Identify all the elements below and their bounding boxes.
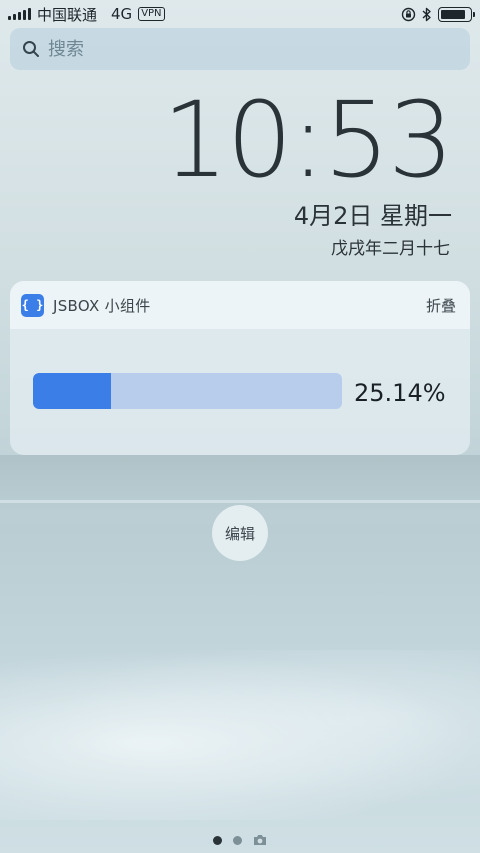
background-shoreline	[0, 500, 480, 503]
status-right	[401, 6, 475, 22]
widget-title: JSBOX 小组件	[53, 296, 151, 315]
jsbox-app-icon: { }	[21, 293, 44, 317]
search-icon	[23, 41, 39, 57]
search-bar[interactable]	[10, 28, 470, 70]
search-input[interactable]	[48, 38, 458, 60]
jsbox-widget: { } JSBOX 小组件 折叠 25.14%	[10, 281, 470, 455]
signal-strength-icon	[8, 8, 31, 20]
progress-percent: 25.14%	[354, 379, 446, 407]
battery-level	[441, 9, 465, 19]
collapse-button[interactable]: 折叠	[426, 295, 456, 316]
camera-icon[interactable]	[253, 834, 267, 846]
page-dot-2[interactable]	[233, 835, 242, 845]
progress-track	[33, 373, 342, 409]
orientation-lock-icon	[401, 7, 416, 21]
battery-icon	[438, 6, 475, 22]
progress-fill	[33, 373, 111, 409]
status-left: 中国联通 4G VPN	[8, 4, 165, 25]
lock-screen-date: 4月2日 星期一	[293, 202, 452, 230]
page-dot-1[interactable]	[213, 835, 222, 845]
bluetooth-icon	[422, 7, 431, 21]
edit-button[interactable]: 编辑	[212, 505, 268, 561]
vpn-badge: VPN	[138, 7, 165, 21]
lock-screen-time: 10:53	[162, 79, 454, 201]
background-hills	[0, 455, 480, 510]
widget-body: 25.14%	[10, 329, 470, 455]
status-bar: 中国联通 4G VPN	[0, 0, 480, 28]
lunar-date: 戊戌年二月十七	[331, 239, 450, 259]
widget-header: { } JSBOX 小组件 折叠	[10, 281, 470, 329]
background-clouds	[0, 650, 480, 820]
network-type: 4G	[111, 5, 133, 23]
carrier-name: 中国联通	[37, 5, 98, 24]
page-indicator[interactable]	[0, 834, 480, 846]
